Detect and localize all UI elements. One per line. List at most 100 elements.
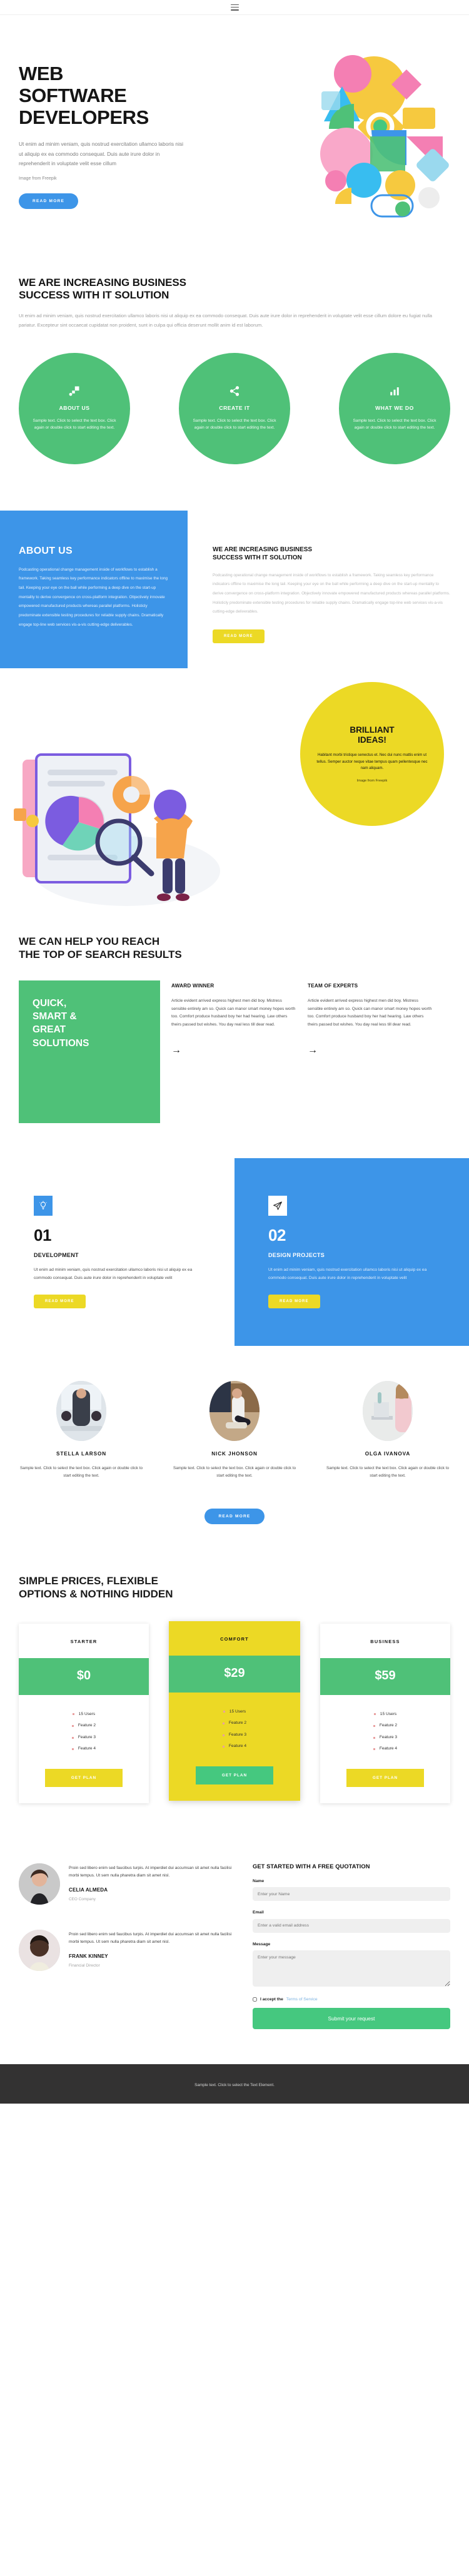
hero-read-more-button[interactable]: READ MORE <box>19 193 79 209</box>
plan-feature: Feature 2 <box>169 1718 300 1729</box>
team-member: OLGA IVANOVA Sample text. Click to selec… <box>325 1380 450 1480</box>
avatar <box>19 1929 60 1971</box>
hamburger-icon[interactable] <box>230 4 239 11</box>
feature-circle-about-us[interactable]: ABOUT US Sample text. Click to select th… <box>19 352 130 464</box>
increasing-business-section: WE ARE INCREASING BUSINESS SUCCESS WITH … <box>0 248 469 511</box>
name-label: Name <box>253 1878 265 1883</box>
plan-feature-label: Feature 2 <box>228 1721 247 1726</box>
help-green-panel: QUICK, SMART & GREAT SOLUTIONS <box>19 980 160 1123</box>
arrow-right-icon[interactable]: → <box>171 1046 296 1056</box>
ideas-title-line-2: IDEAS! <box>358 735 386 745</box>
bullet-icon <box>373 1748 375 1751</box>
get-plan-button[interactable]: GET PLAN <box>45 1768 123 1787</box>
plan-feature-list: 15 Users Feature 2 Feature 3 Feature 4 <box>320 1695 450 1761</box>
team-read-more-button[interactable]: READ MORE <box>204 1509 265 1525</box>
bullet-icon <box>222 1746 224 1748</box>
help-column-text: Article evident arrived express highest … <box>171 998 296 1027</box>
steps-section: 01 DEVELOPMENT Ut enim ad minim veniam, … <box>0 1158 469 1346</box>
hero-image-credit: Image from Freepik <box>19 176 57 181</box>
plan-feature: Feature 2 <box>320 1720 450 1732</box>
pricing-title-line-1: SIMPLE PRICES, FLEXIBLE <box>19 1575 158 1587</box>
plan-feature-label: Feature 4 <box>78 1746 96 1751</box>
pricing-title-line-2: OPTIONS & NOTHING HIDDEN <box>19 1588 173 1601</box>
email-input[interactable] <box>253 1918 450 1933</box>
plan-name: BUSINESS <box>370 1638 400 1644</box>
pricing-plan-business: BUSINESS $59 15 Users Feature 2 Feature … <box>320 1623 450 1803</box>
name-field-group: Name <box>253 1879 450 1901</box>
submit-request-button[interactable]: Submit your request <box>253 2007 450 2029</box>
feature-circle-create-it[interactable]: CREATE IT Sample text. Click to select t… <box>179 352 290 464</box>
blocks-icon <box>69 385 80 400</box>
about-right-heading-line-2: SUCCESS WITH IT SOLUTION <box>213 554 302 562</box>
message-textarea[interactable] <box>253 1950 450 1987</box>
feature-circle-title: WHAT WE DO <box>375 404 414 411</box>
team-member-name: OLGA IVANOVA <box>365 1450 411 1457</box>
pricing-title: SIMPLE PRICES, FLEXIBLE OPTIONS & NOTHIN… <box>19 1574 450 1601</box>
terms-checkbox[interactable] <box>253 1997 257 2002</box>
hero-title-line-3: DEVELOPERS <box>19 106 149 129</box>
increasing-title-line-2: SUCCESS WITH IT SOLUTION <box>19 289 169 302</box>
get-plan-button[interactable]: GET PLAN <box>346 1768 424 1787</box>
testimonial-item: Proin sed libero enim sed faucibus turpi… <box>19 1863 241 1905</box>
bullet-icon <box>71 1724 74 1727</box>
email-field-group: Email <box>253 1910 450 1933</box>
testimonial-item: Proin sed libero enim sed faucibus turpi… <box>19 1929 241 1971</box>
step-read-more-button[interactable]: READ MORE <box>34 1295 86 1309</box>
about-right-heading-line-1: WE ARE INCREASING BUSINESS <box>213 546 313 553</box>
plan-feature: Feature 2 <box>19 1720 149 1732</box>
step-read-more-button[interactable]: READ MORE <box>268 1295 320 1309</box>
ideas-illustration <box>9 748 240 919</box>
top-bar <box>0 0 469 15</box>
hero-title-line-1: WEB <box>19 63 64 84</box>
about-heading: ABOUT US <box>19 545 73 556</box>
increasing-title-line-1: WE ARE INCREASING BUSINESS <box>19 276 186 288</box>
about-read-more-button[interactable]: READ MORE <box>213 629 265 644</box>
feature-circle-title: CREATE IT <box>219 404 250 411</box>
footer: Sample text. Click to select the Text El… <box>0 2064 469 2104</box>
testimonial-role: Financial Director <box>69 1963 100 1968</box>
help-green-line-1: QUICK, <box>33 997 67 1009</box>
name-input[interactable] <box>253 1887 450 1901</box>
ideas-title: BRILLIANT IDEAS! <box>350 725 394 745</box>
feature-circle-text: Sample text. Click to select the text bo… <box>33 418 116 430</box>
plan-feature: Feature 3 <box>320 1732 450 1744</box>
plan-feature-label: Feature 4 <box>379 1746 398 1751</box>
avatar <box>363 1380 413 1441</box>
bullet-icon <box>222 1734 224 1736</box>
help-green-line-2: SMART & <box>33 1011 77 1022</box>
bullet-icon <box>222 1722 224 1724</box>
contact-section: Proin sed libero enim sed faucibus turpi… <box>19 1830 450 2064</box>
help-column-title: TEAM OF EXPERTS <box>308 982 358 989</box>
hero-illustration <box>241 48 461 235</box>
help-green-line-4: SOLUTIONS <box>33 1037 89 1049</box>
testimonials-list: Proin sed libero enim sed faucibus turpi… <box>19 1847 241 1996</box>
about-section: ABOUT US Podcasting operational change m… <box>0 510 469 669</box>
feature-circle-text: Sample text. Click to select the text bo… <box>193 418 276 430</box>
team-member-name: NICK JHONSON <box>211 1450 258 1457</box>
bullet-icon <box>373 1713 376 1716</box>
brilliant-ideas-section: BRILLIANT IDEAS! Habitant morbi tristiqu… <box>0 668 469 931</box>
feature-circles: ABOUT US Sample text. Click to select th… <box>19 352 450 492</box>
bullet-icon <box>223 1711 225 1713</box>
step-text: Ut enim ad minim veniam, quis nostrud ex… <box>34 1267 193 1280</box>
testimonial-quote: Proin sed libero enim sed faucibus turpi… <box>69 1932 232 1945</box>
plan-feature-list: 15 Users Feature 2 Feature 3 Feature 4 <box>169 1693 300 1759</box>
help-title-line-1: WE CAN HELP YOU REACH <box>19 935 160 948</box>
plan-price: $0 <box>19 1657 149 1695</box>
help-title-line-2: THE TOP OF SEARCH RESULTS <box>19 949 182 961</box>
get-plan-button[interactable]: GET PLAN <box>196 1766 273 1784</box>
ideas-image-credit: Image from Freepik <box>356 779 388 783</box>
feature-circle-what-we-do[interactable]: WHAT WE DO Sample text. Click to select … <box>339 352 450 464</box>
step-number: 02 <box>268 1225 286 1245</box>
share-nodes-icon <box>229 385 240 400</box>
about-left-panel: ABOUT US Podcasting operational change m… <box>0 510 188 669</box>
plan-feature-list: 15 Users Feature 2 Feature 3 Feature 4 <box>19 1695 149 1761</box>
pricing-plan-starter: STARTER $0 15 Users Feature 2 Feature 3 … <box>19 1623 149 1803</box>
bullet-icon <box>71 1748 74 1751</box>
quotation-form: GET STARTED WITH A FREE QUOTATION Name E… <box>253 1847 450 2029</box>
avatar <box>56 1380 106 1441</box>
plan-feature: 15 Users <box>19 1709 149 1721</box>
arrow-right-icon[interactable]: → <box>308 1046 433 1056</box>
step-title: DESIGN PROJECTS <box>268 1251 325 1258</box>
terms-of-service-link[interactable]: Terms of Service <box>286 1997 318 2002</box>
